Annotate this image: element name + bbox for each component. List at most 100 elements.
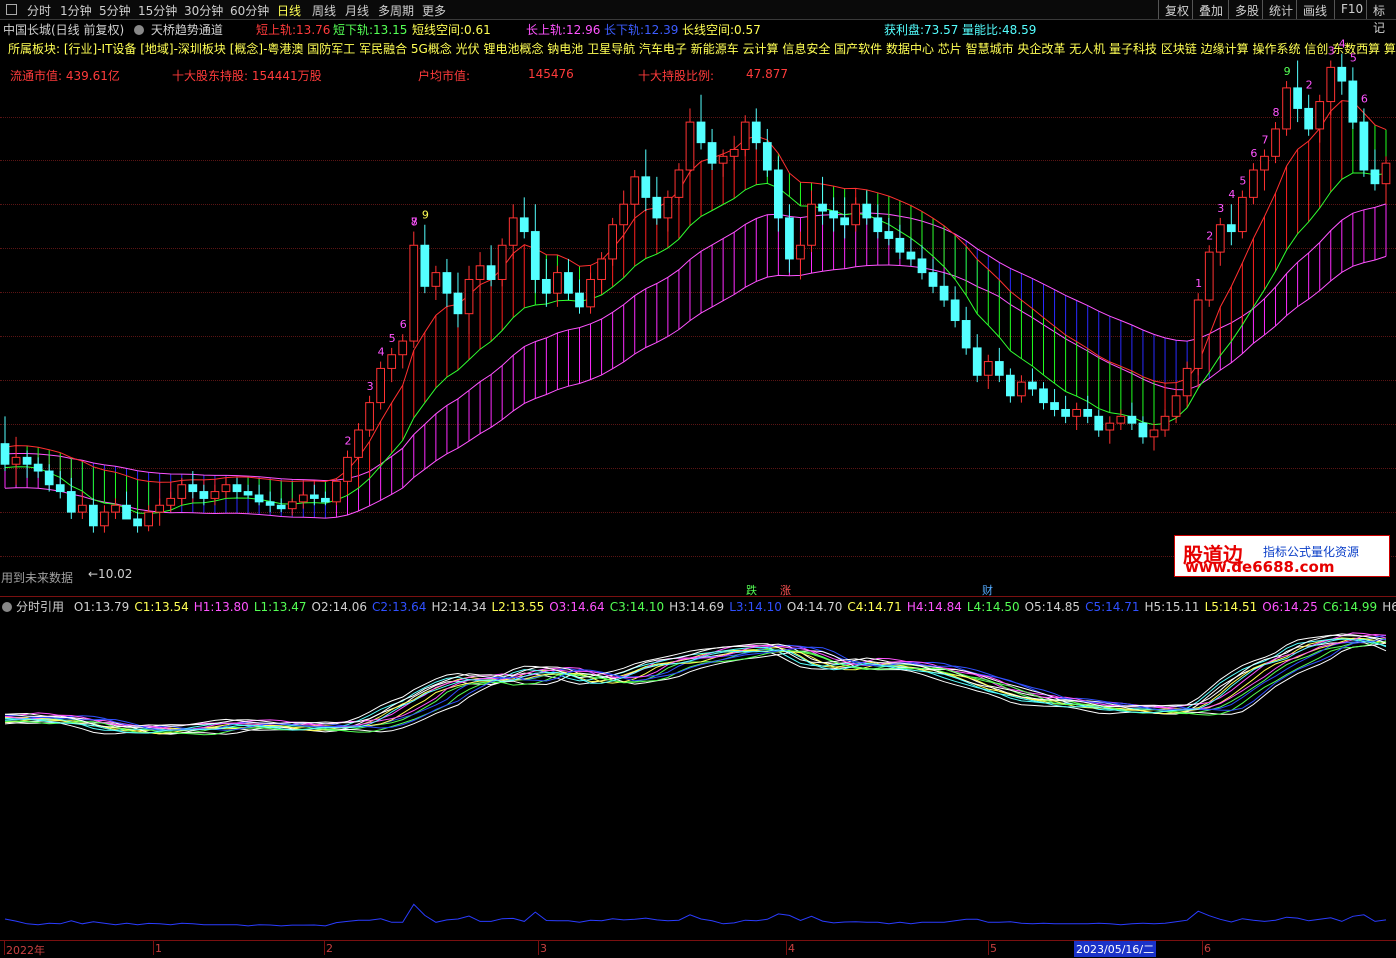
candle-body	[917, 258, 927, 274]
sequence-count-label: 2	[344, 435, 351, 448]
candle-body	[652, 196, 662, 219]
candle-body	[133, 518, 142, 527]
candle-body	[332, 480, 341, 503]
intraday-reference-line	[4, 642, 1387, 735]
candle-body	[177, 484, 187, 499]
candle-body	[1204, 251, 1214, 301]
candle-body	[55, 484, 65, 493]
intraday-reference-line	[4, 637, 1387, 735]
time-axis-tick	[988, 941, 989, 955]
candle-body	[597, 258, 606, 280]
candle-body	[1083, 408, 1093, 417]
candle-body	[376, 367, 385, 404]
sequence-count-label: 9	[422, 209, 429, 222]
candle-body	[564, 272, 573, 294]
sub-panel-name[interactable]: 分时引用	[16, 600, 64, 614]
candle-body	[365, 402, 374, 431]
candle-body	[22, 456, 32, 465]
candle-body	[321, 497, 330, 503]
candle-body	[1326, 66, 1336, 103]
candle-body	[840, 217, 850, 226]
candle-body	[575, 292, 584, 308]
watermark-badge: 股道边 指标公式量化资源 www.de6688.com	[1174, 535, 1390, 577]
candlestick-chart[interactable]: 2345678912345678923456	[0, 0, 1396, 596]
candle-body	[994, 361, 1004, 376]
sub-value-20: O6:14.25	[1262, 600, 1318, 614]
intraday-reference-line	[4, 641, 1387, 735]
candle-body	[541, 278, 551, 294]
sequence-count-label: 4	[378, 346, 385, 359]
candle-body	[1315, 101, 1325, 130]
candle-body	[1006, 374, 1015, 397]
candle-body	[287, 501, 297, 510]
candle-body	[1193, 299, 1203, 369]
intraday-reference-line	[4, 638, 1387, 734]
candle-body	[464, 278, 474, 315]
sub-value-16: O5:14.85	[1024, 600, 1081, 614]
candle-body	[387, 354, 397, 369]
sub-value-6: H2:14.34	[431, 600, 487, 614]
short-lower-line	[4, 172, 1387, 515]
sub-dropdown-icon[interactable]	[2, 602, 12, 612]
candle-body	[1061, 408, 1070, 417]
time-axis-label: 5	[990, 942, 997, 955]
candle-body	[1226, 224, 1236, 233]
sub-value-10: H3:14.69	[669, 600, 725, 614]
candle-body	[586, 278, 595, 308]
candle-body	[276, 504, 286, 510]
sequence-count-label: 4	[1228, 188, 1235, 201]
sub-value-8: O3:14.64	[549, 600, 605, 614]
candle-body	[77, 504, 87, 513]
candle-body	[188, 484, 198, 493]
candle-body	[497, 244, 507, 280]
candle-body	[1171, 395, 1181, 417]
candle-body	[298, 494, 308, 503]
sub-value-19: L5:14.51	[1204, 600, 1258, 614]
time-axis-label: 6	[1204, 942, 1211, 955]
time-axis-tick	[324, 941, 325, 955]
candle-body	[807, 203, 816, 246]
candle-body	[1348, 80, 1358, 123]
candle-body	[972, 347, 982, 376]
candle-body	[818, 203, 827, 212]
candle-body	[530, 231, 540, 280]
sequence-count-label: 5	[1350, 51, 1357, 64]
candle-body	[1039, 388, 1048, 404]
time-axis-label: 4	[788, 942, 795, 955]
candle-body	[696, 121, 706, 144]
sub-value-15: L4:14.50	[966, 600, 1020, 614]
sub-value-12: O4:14.70	[786, 600, 843, 614]
candle-body	[1304, 107, 1314, 130]
candle-body	[685, 121, 695, 171]
time-axis-separator	[0, 940, 1396, 941]
long-lower-line	[4, 255, 1387, 519]
intraday-reference-line	[4, 640, 1387, 736]
candle-body	[1116, 415, 1126, 424]
sequence-count-label: 6	[1361, 92, 1368, 105]
candle-body	[66, 491, 76, 513]
candle-body	[906, 251, 916, 260]
intraday-reference-line	[4, 632, 1387, 729]
candle-body	[630, 176, 640, 205]
candle-body	[1138, 422, 1148, 438]
candle-body	[519, 217, 529, 233]
candle-body	[1149, 429, 1159, 438]
candle-body	[475, 265, 485, 280]
panel-separator[interactable]	[0, 596, 1396, 597]
candle-body	[409, 244, 419, 342]
candle-body	[155, 504, 165, 513]
candle-body	[0, 443, 10, 465]
candle-body	[89, 504, 98, 527]
candle-body	[1282, 87, 1291, 130]
candle-body	[1293, 87, 1302, 109]
sub-value-17: C5:14.71	[1085, 600, 1140, 614]
candle-body	[939, 285, 949, 301]
sequence-count-label: 4	[1339, 38, 1346, 51]
time-axis-tick	[1202, 941, 1203, 955]
candle-body	[1260, 155, 1269, 171]
low-price-marker: ←10.02	[88, 567, 133, 581]
short-upper-line	[4, 100, 1387, 483]
candle-body	[1238, 196, 1247, 233]
candle-body	[895, 237, 905, 253]
candle-body	[100, 511, 109, 527]
